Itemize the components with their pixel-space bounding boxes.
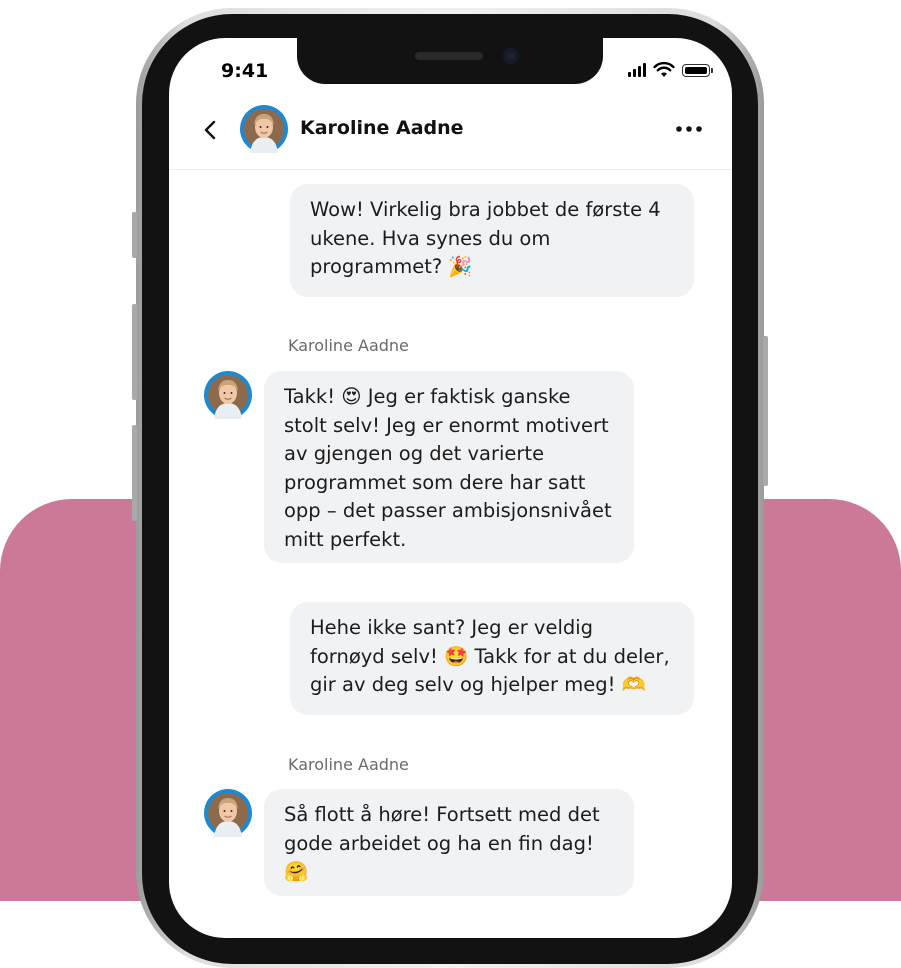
more-options-button[interactable] <box>672 114 706 144</box>
phone-screen: 9:41 Karoline Aadne Wow! Virkelig bra jo… <box>169 38 732 938</box>
back-button[interactable] <box>199 118 223 142</box>
incoming-message: Så flott å høre! Fortsett med det gode a… <box>264 789 634 896</box>
status-icons <box>628 62 713 78</box>
speaker-grille <box>415 52 483 60</box>
chat-header: Karoline Aadne <box>169 102 732 170</box>
sender-avatar[interactable] <box>204 371 252 419</box>
incoming-message: Takk! 😍 Jeg er faktisk ganske stolt selv… <box>264 371 634 563</box>
notch <box>297 38 603 84</box>
outgoing-message: Hehe ikke sant? Jeg er veldig fornøyd se… <box>290 602 694 715</box>
sender-name: Karoline Aadne <box>288 755 409 774</box>
sender-avatar[interactable] <box>204 789 252 837</box>
volume-down-button <box>132 425 137 521</box>
power-button <box>763 336 768 486</box>
outgoing-message: Wow! Virkelig bra jobbet de første 4 uke… <box>290 184 694 297</box>
mute-switch <box>132 212 137 258</box>
sender-name: Karoline Aadne <box>288 336 409 355</box>
contact-avatar[interactable] <box>240 105 288 153</box>
volume-up-button <box>132 304 137 400</box>
front-camera <box>503 48 519 64</box>
signal-icon <box>628 63 646 77</box>
status-time: 9:41 <box>221 60 269 82</box>
contact-name[interactable]: Karoline Aadne <box>300 117 464 139</box>
wifi-icon <box>653 62 675 77</box>
battery-icon <box>682 63 713 77</box>
